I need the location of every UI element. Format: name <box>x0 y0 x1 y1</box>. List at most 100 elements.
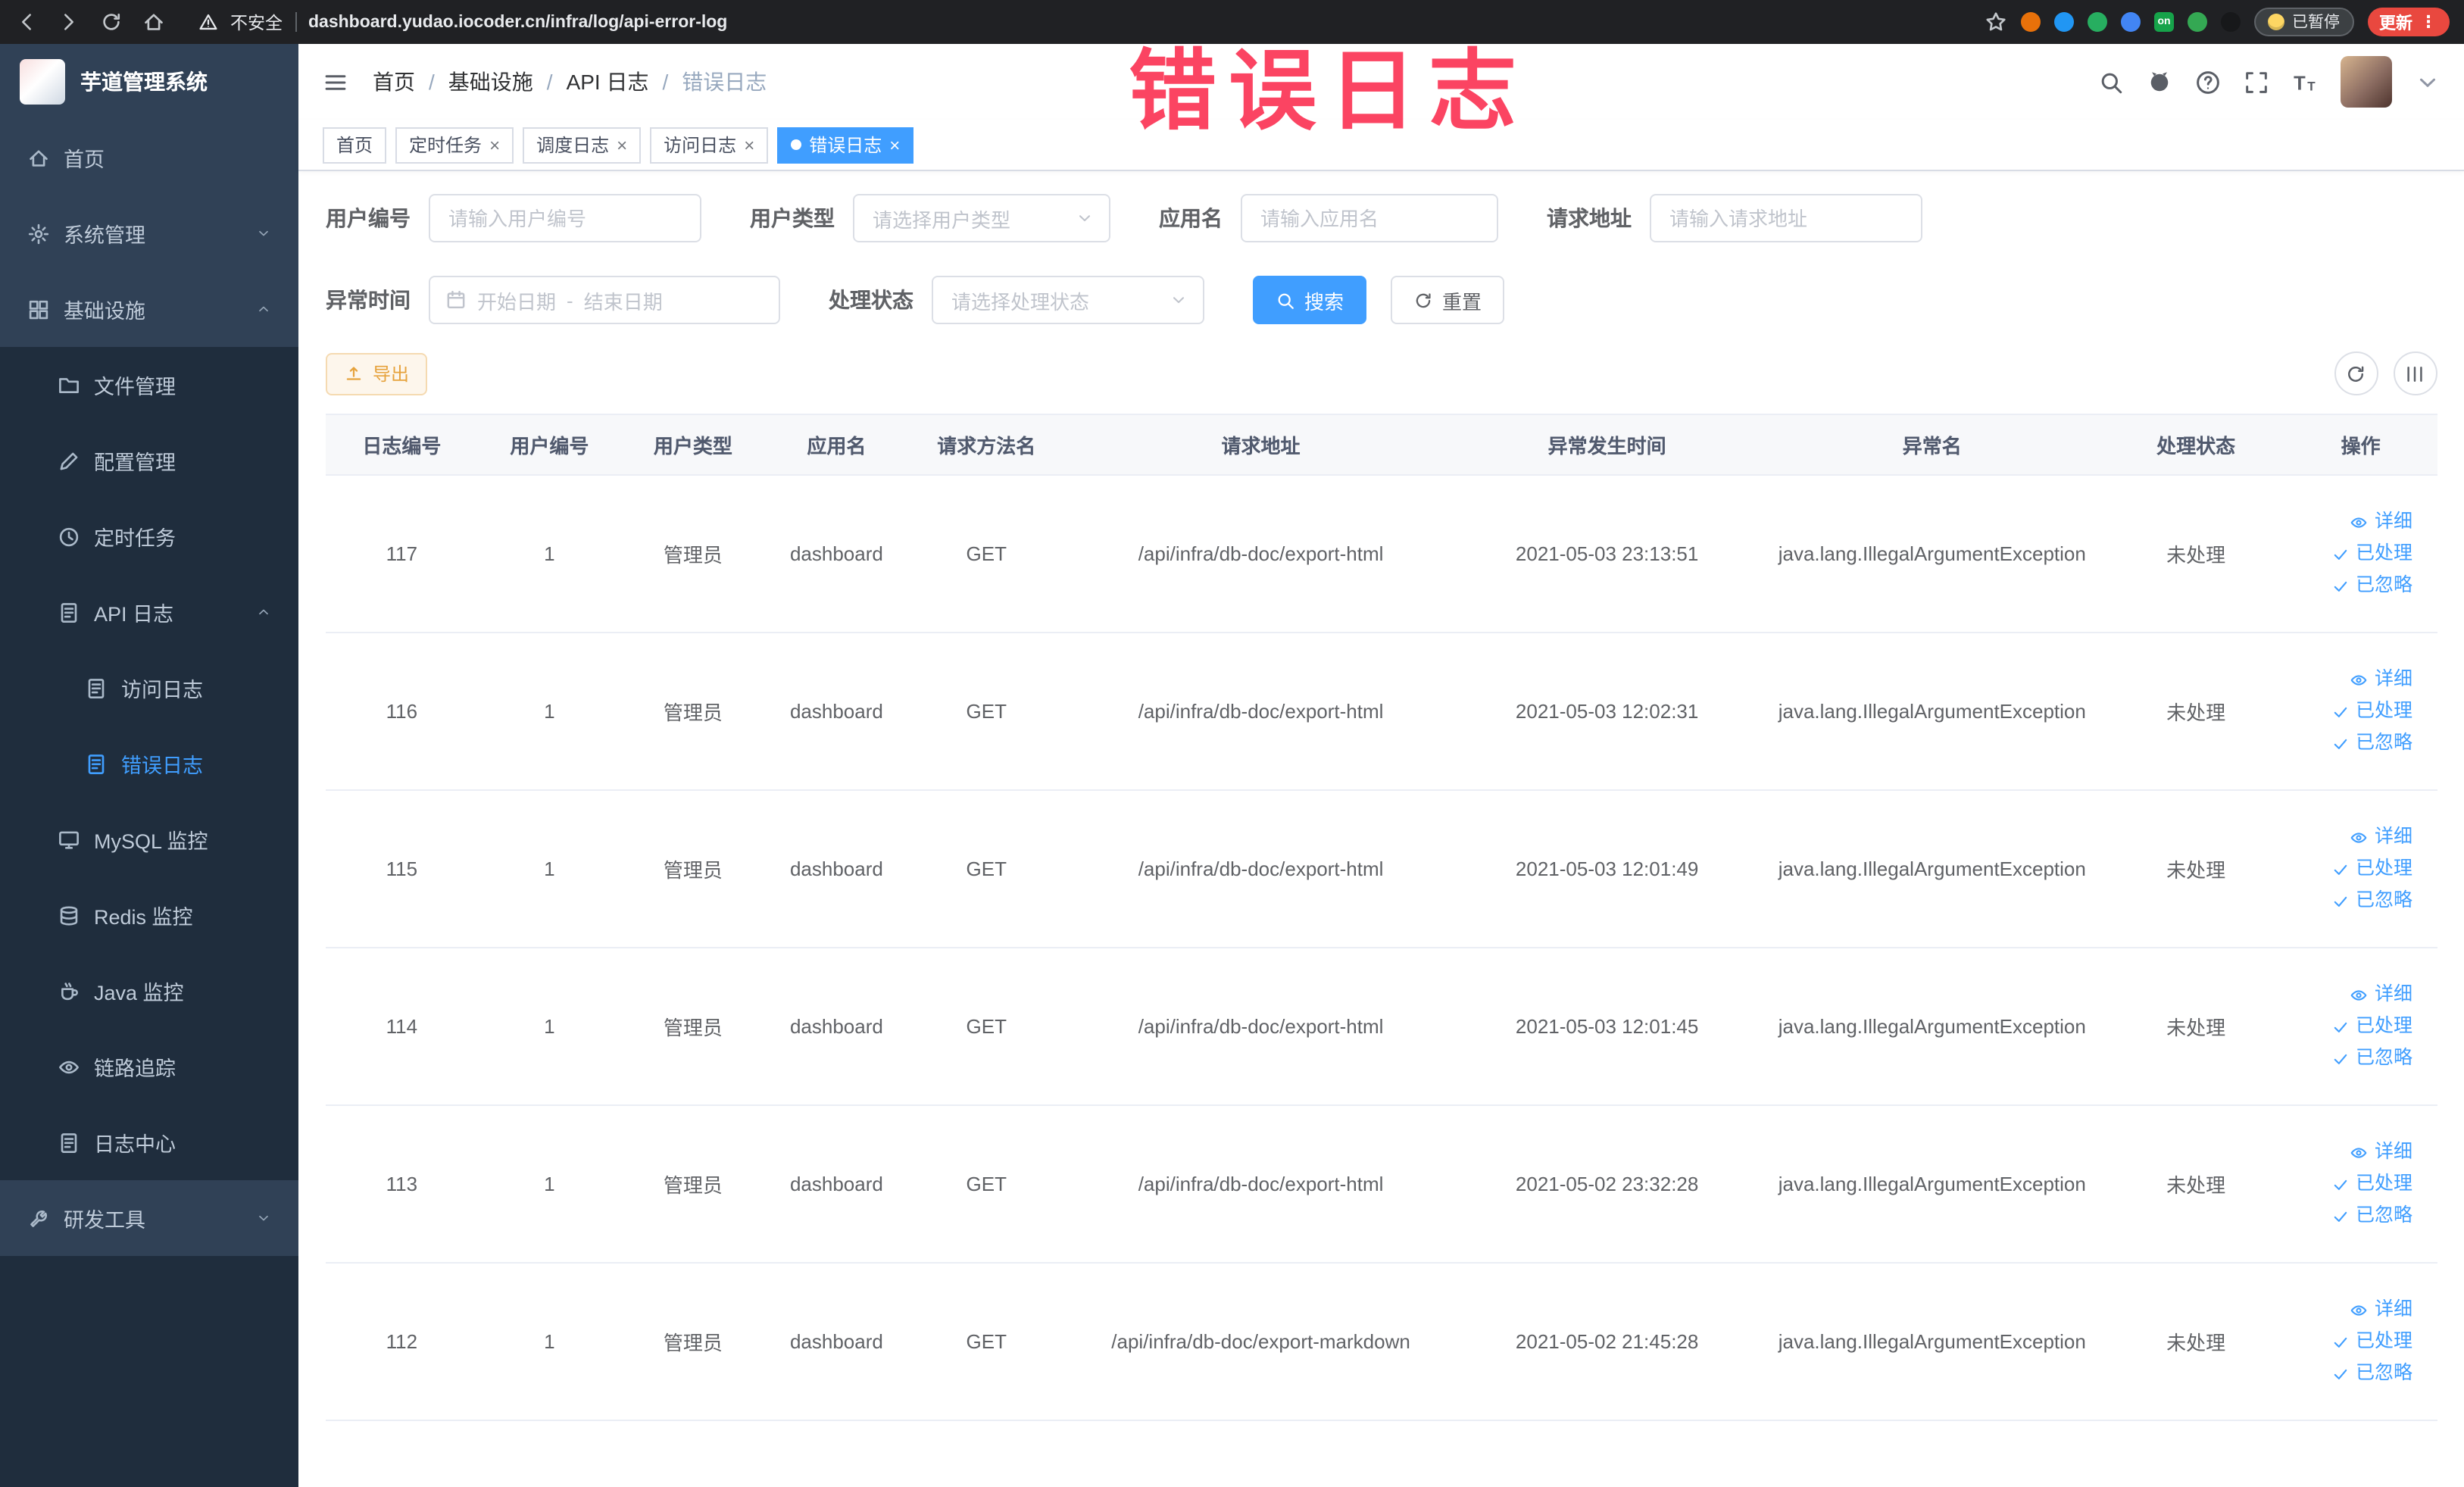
extension-orange-icon[interactable] <box>2021 12 2041 32</box>
detail-link[interactable]: 详细 <box>2294 664 2412 695</box>
sidebar-item-file[interactable]: 文件管理 <box>0 347 298 423</box>
refresh-button[interactable] <box>2334 351 2378 395</box>
export-icon <box>344 364 364 383</box>
table-cell-url: /api/infra/db-doc/export-html <box>1064 948 1457 1106</box>
tab-job-log[interactable]: 调度日志 × <box>523 127 642 163</box>
sidebar-item-dev-tools[interactable]: 研发工具 <box>0 1180 298 1256</box>
address-divider <box>295 12 296 32</box>
reset-button[interactable]: 重置 <box>1391 276 1505 324</box>
processed-link[interactable]: 已处理 <box>2294 695 2412 727</box>
sidebar-item-mysql[interactable]: MySQL 监控 <box>0 801 298 877</box>
processed-link[interactable]: 已处理 <box>2294 853 2412 885</box>
app-logo-row[interactable]: 芋道管理系统 <box>0 44 298 120</box>
sidebar-item-api-log[interactable]: API 日志 <box>0 574 298 650</box>
forward-icon[interactable] <box>58 11 80 33</box>
extension-green-leaf-icon[interactable] <box>2188 12 2207 32</box>
sidebar-item-log-center[interactable]: 日志中心 <box>0 1104 298 1180</box>
date-range-picker[interactable]: 开始日期 - 结束日期 <box>429 276 780 324</box>
close-tab-icon[interactable]: × <box>617 136 627 154</box>
user-id-input[interactable] <box>429 194 701 242</box>
ignored-link[interactable]: 已忽略 <box>2294 570 2412 601</box>
table-cell-url: /api/infra/db-doc/export-html <box>1064 633 1457 791</box>
breadcrumb-item[interactable]: 首页 <box>373 67 415 97</box>
column-settings-button[interactable] <box>2393 351 2437 395</box>
filter-app-name: 应用名 <box>1159 194 1498 242</box>
fullscreen-icon[interactable] <box>2243 69 2269 95</box>
app-name-input[interactable] <box>1241 194 1498 242</box>
close-tab-icon[interactable]: × <box>889 136 900 154</box>
request-url-input[interactable] <box>1650 194 1922 242</box>
extension-on-badge-icon[interactable]: on <box>2154 12 2174 32</box>
extension-blue-drop-icon[interactable] <box>2054 12 2074 32</box>
tab-error-log[interactable]: 错误日志 × <box>777 127 914 163</box>
user-type-select[interactable]: 请选择用户类型 <box>853 194 1110 242</box>
app-name-label: 应用名 <box>1159 206 1223 230</box>
sidebar-item-label: MySQL 监控 <box>94 830 208 853</box>
sidebar-item-config[interactable]: 配置管理 <box>0 423 298 498</box>
sidebar-item-redis[interactable]: Redis 监控 <box>0 877 298 953</box>
paused-badge[interactable]: 已暂停 <box>2254 8 2353 36</box>
close-tab-icon[interactable]: × <box>489 136 500 154</box>
sidebar-item-system[interactable]: 系统管理 <box>0 195 298 271</box>
refresh-icon <box>1413 290 1433 310</box>
processed-link[interactable]: 已处理 <box>2294 1326 2412 1357</box>
detail-link[interactable]: 详细 <box>2294 821 2412 853</box>
sidebar-item-access-log[interactable]: 访问日志 <box>0 650 298 726</box>
detail-link[interactable]: 详细 <box>2294 1136 2412 1168</box>
extension-green-circle-icon[interactable] <box>2088 12 2107 32</box>
refresh-icon <box>2345 363 2366 384</box>
ignored-link[interactable]: 已忽略 <box>2294 1042 2412 1074</box>
browser-menu-kebab-icon[interactable]: ⋮ <box>2420 12 2437 32</box>
tab-home[interactable]: 首页 <box>323 127 387 163</box>
search-icon[interactable] <box>2097 69 2123 95</box>
avatar-chevron-down-icon[interactable] <box>2414 69 2440 95</box>
sidebar-item-infrastructure[interactable]: 基础设施 <box>0 271 298 347</box>
bookmark-star-icon[interactable] <box>1985 11 2007 33</box>
sidebar-item-job[interactable]: 定时任务 <box>0 498 298 574</box>
breadcrumb-separator: / <box>429 70 435 94</box>
reload-icon[interactable] <box>100 11 123 33</box>
tab-scheduled-job[interactable]: 定时任务 × <box>395 127 514 163</box>
home-icon[interactable] <box>142 11 165 33</box>
breadcrumb-item[interactable]: API 日志 <box>567 67 649 97</box>
close-tab-icon[interactable]: × <box>744 136 754 154</box>
table-cell-status: 未处理 <box>2107 633 2285 791</box>
help-icon[interactable] <box>2194 69 2220 95</box>
update-button[interactable]: 更新 ⋮ <box>2367 8 2449 36</box>
settings-icon <box>27 222 50 245</box>
processed-link[interactable]: 已处理 <box>2294 1011 2412 1042</box>
breadcrumb-item[interactable]: 基础设施 <box>448 67 533 97</box>
home-icon <box>27 146 50 169</box>
address-bar[interactable]: 不安全 dashboard.yudao.iocoder.cn/infra/log… <box>180 10 1969 34</box>
export-button[interactable]: 导出 <box>326 352 428 395</box>
sidebar-item-java[interactable]: Java 监控 <box>0 953 298 1029</box>
font-size-icon[interactable]: TT <box>2291 69 2317 95</box>
hamburger-icon[interactable] <box>323 69 348 95</box>
process-status-select[interactable]: 请选择处理状态 <box>932 276 1204 324</box>
search-button[interactable]: 搜索 <box>1253 276 1367 324</box>
app-title: 芋道管理系统 <box>80 70 208 94</box>
extension-blue-grid-icon[interactable] <box>2121 12 2141 32</box>
detail-link[interactable]: 详细 <box>2294 506 2412 538</box>
detail-link[interactable]: 详细 <box>2294 979 2412 1011</box>
ignored-link[interactable]: 已忽略 <box>2294 1357 2412 1389</box>
detail-link[interactable]: 详细 <box>2294 1294 2412 1326</box>
user-type-placeholder: 请选择用户类型 <box>873 208 1011 231</box>
user-avatar[interactable] <box>2340 56 2391 108</box>
extension-dark-icon[interactable] <box>2221 12 2241 32</box>
tab-access-log[interactable]: 访问日志 × <box>650 127 769 163</box>
log-center-icon <box>58 1131 80 1154</box>
processed-link[interactable]: 已处理 <box>2294 538 2412 570</box>
table-cell-method: GET <box>908 1105 1065 1264</box>
back-icon[interactable] <box>15 11 38 33</box>
sidebar-item-error-log[interactable]: 错误日志 <box>0 726 298 801</box>
processed-link[interactable]: 已处理 <box>2294 1168 2412 1200</box>
sidebar-item-trace[interactable]: 链路追踪 <box>0 1029 298 1104</box>
ignored-link[interactable]: 已忽略 <box>2294 727 2412 759</box>
file-icon <box>58 373 80 396</box>
sidebar-item-home[interactable]: 首页 <box>0 120 298 195</box>
table-cell-app: dashboard <box>764 1263 909 1421</box>
github-icon[interactable] <box>2146 69 2172 95</box>
ignored-link[interactable]: 已忽略 <box>2294 885 2412 917</box>
ignored-link[interactable]: 已忽略 <box>2294 1200 2412 1232</box>
